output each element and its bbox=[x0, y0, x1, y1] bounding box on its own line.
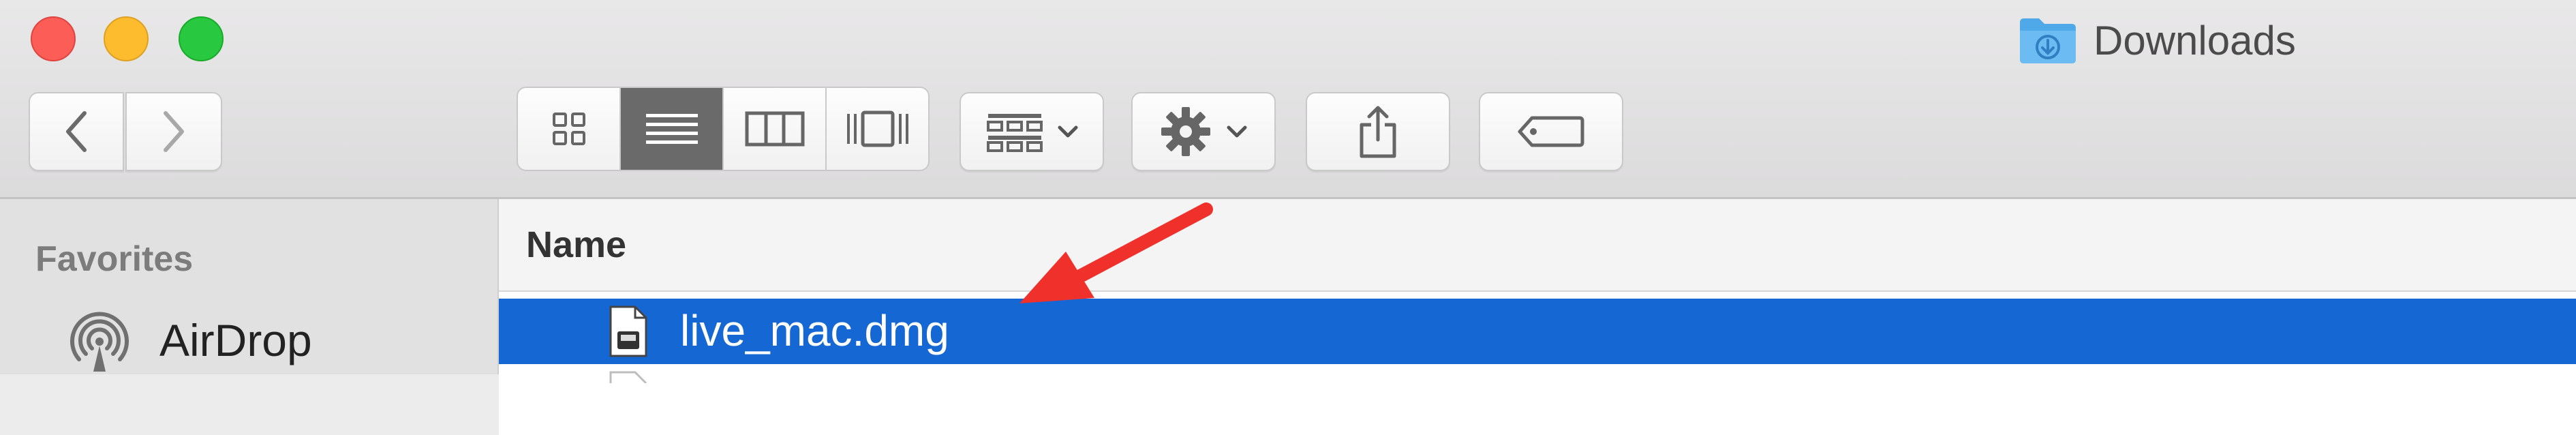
action-gear-icon bbox=[1161, 107, 1210, 156]
annotation-arrow-icon bbox=[1019, 202, 1213, 303]
chevron-right-icon bbox=[164, 111, 184, 152]
sidebar-section-favorites: Favorites bbox=[35, 239, 194, 279]
chevron-down-icon bbox=[1227, 125, 1247, 138]
downloads-folder-icon bbox=[2017, 16, 2079, 65]
file-list: Name live_mac.dmg bbox=[499, 199, 2576, 435]
action-button[interactable] bbox=[1131, 92, 1276, 171]
column-view-icon bbox=[745, 111, 804, 147]
cover-flow-button[interactable] bbox=[827, 88, 928, 170]
chevron-left-icon bbox=[66, 111, 87, 152]
file-icon bbox=[609, 371, 647, 383]
share-icon bbox=[1360, 106, 1396, 158]
window-title-text: Downloads bbox=[2094, 17, 2296, 63]
list-view-button[interactable] bbox=[621, 88, 724, 170]
cover-flow-icon bbox=[846, 110, 908, 147]
list-view-icon bbox=[645, 114, 698, 144]
window-toolbar: Downloads bbox=[0, 0, 2576, 199]
back-button[interactable] bbox=[29, 92, 124, 171]
tag-button[interactable] bbox=[1479, 92, 1623, 171]
sidebar-item-airdrop[interactable]: AirDrop bbox=[64, 306, 312, 374]
view-mode-control bbox=[517, 87, 930, 171]
minimize-window-button[interactable] bbox=[104, 16, 149, 61]
file-row[interactable] bbox=[499, 370, 2576, 435]
icon-view-button[interactable] bbox=[518, 88, 621, 170]
group-by-icon bbox=[987, 114, 1043, 152]
chevron-down-icon bbox=[1058, 125, 1078, 138]
window-title: Downloads bbox=[2017, 10, 2296, 71]
icon-view-icon bbox=[552, 112, 585, 145]
forward-button[interactable] bbox=[125, 92, 222, 171]
column-header-name[interactable]: Name bbox=[526, 224, 626, 266]
close-window-button[interactable] bbox=[31, 16, 76, 61]
sidebar: Favorites AirDrop bbox=[0, 199, 499, 374]
tag-icon bbox=[1518, 116, 1584, 147]
zoom-window-button[interactable] bbox=[179, 16, 224, 61]
file-row[interactable]: live_mac.dmg bbox=[499, 299, 2576, 364]
share-button[interactable] bbox=[1306, 92, 1450, 171]
file-name: live_mac.dmg bbox=[680, 306, 949, 355]
dmg-file-icon bbox=[609, 305, 647, 357]
column-header-bar: Name bbox=[499, 199, 2576, 292]
column-view-button[interactable] bbox=[724, 88, 827, 170]
airdrop-icon bbox=[70, 312, 129, 372]
group-by-button[interactable] bbox=[960, 92, 1104, 171]
sidebar-item-label: AirDrop bbox=[159, 315, 312, 365]
